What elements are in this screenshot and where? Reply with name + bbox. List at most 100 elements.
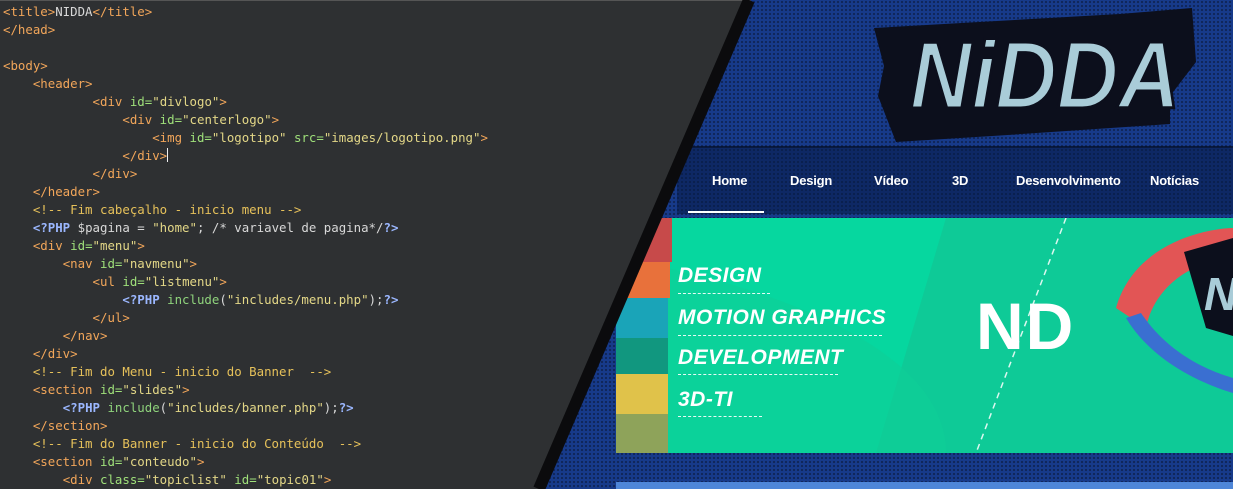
- code-line[interactable]: <header>: [3, 75, 488, 93]
- code-line[interactable]: </header>: [3, 183, 488, 201]
- code-token: <div: [92, 94, 130, 109]
- code-line[interactable]: <?PHP include("includes/banner.php");?>: [3, 399, 488, 417]
- code-line[interactable]: <section id="slides">: [3, 381, 488, 399]
- banner-slide[interactable]: N DESIGN MOTION GRAPHICS DEVELOPMENT 3D-…: [616, 218, 1233, 453]
- code-token: "logotipo": [211, 130, 294, 145]
- nav-item-video[interactable]: Vídeo: [874, 173, 909, 188]
- code-line[interactable]: </ul>: [3, 309, 488, 327]
- code-token: >: [196, 454, 205, 469]
- logo-text: NiDDA: [910, 22, 1180, 129]
- code-token: include: [107, 400, 160, 415]
- content-section-top: [616, 482, 1233, 489]
- code-line[interactable]: </nav>: [3, 327, 488, 345]
- code-line[interactable]: <!-- Fim cabeçalho - inicio menu -->: [3, 201, 488, 219]
- banner-underline: [678, 293, 770, 294]
- code-line[interactable]: <div id="centerlogo">: [3, 111, 488, 129]
- code-token: id=: [159, 112, 183, 127]
- code-token: <section: [32, 382, 100, 397]
- code-line[interactable]: <?PHP $pagina = "home"; /* variavel de p…: [3, 219, 488, 237]
- code-token: "divlogo": [152, 94, 220, 109]
- code-line[interactable]: </section>: [3, 417, 488, 435]
- code-line[interactable]: <div id="menu">: [3, 237, 488, 255]
- code-line[interactable]: </div>: [3, 147, 488, 165]
- code-token: <div: [32, 238, 71, 253]
- code-line[interactable]: <!-- Fim do Banner - inicio do Conteúdo …: [3, 435, 488, 453]
- code-line[interactable]: <?PHP include("includes/menu.php");?>: [3, 291, 488, 309]
- code-line[interactable]: <div class="topiclist" id="topic01">: [3, 471, 488, 489]
- active-nav-indicator: [688, 211, 764, 213]
- code-token: >: [189, 256, 197, 271]
- code-token: <div: [122, 112, 160, 127]
- code-token: >: [219, 94, 227, 109]
- code-token: </nav>: [62, 328, 108, 343]
- code-token: "home": [152, 220, 197, 235]
- code-token: (: [219, 292, 227, 307]
- code-line[interactable]: [3, 39, 488, 57]
- nav-item-design[interactable]: Design: [790, 173, 832, 188]
- code-token: );: [368, 292, 384, 307]
- code-line[interactable]: </div>: [3, 165, 488, 183]
- code-line[interactable]: <!-- Fim do Menu - inicio do Banner -->: [3, 363, 488, 381]
- code-token: </section>: [32, 418, 108, 433]
- code-token: "includes/menu.php": [226, 292, 369, 307]
- code-token: ?>: [383, 292, 399, 307]
- code-token: </header>: [32, 184, 100, 199]
- code-text[interactable]: <title>NIDDA</title> </head> <body> <heade…: [3, 3, 488, 489]
- code-line[interactable]: <section id="conteudo">: [3, 453, 488, 471]
- banner-item-motion-graphics: MOTION GRAPHICS: [678, 306, 887, 329]
- code-line[interactable]: </head>: [3, 21, 488, 39]
- code-token: "topiclist": [144, 472, 235, 487]
- code-token: </ul>: [92, 310, 130, 325]
- code-token: <nav: [62, 256, 100, 271]
- code-line[interactable]: <ul id="listmenu">: [3, 273, 488, 291]
- code-token: "navmenu": [122, 256, 190, 271]
- code-line[interactable]: </div>: [3, 345, 488, 363]
- nav-item-home[interactable]: Home: [712, 173, 748, 188]
- nav-item-noticias[interactable]: Notícias: [1150, 173, 1199, 188]
- code-token: </div>: [92, 166, 138, 181]
- nidda-logo[interactable]: NiDDA: [870, 4, 1200, 142]
- code-token: id=: [99, 382, 123, 397]
- code-token: >: [323, 472, 332, 487]
- banner-item-design: DESIGN: [678, 264, 762, 287]
- code-token: <title>: [3, 4, 56, 19]
- code-token: "conteudo": [122, 454, 197, 469]
- code-line[interactable]: <nav id="navmenu">: [3, 255, 488, 273]
- text-cursor: [167, 148, 169, 162]
- code-token: ?>: [383, 220, 399, 235]
- code-line[interactable]: <div id="divlogo">: [3, 93, 488, 111]
- code-line[interactable]: <img id="logotipo" src="images/logotipo.…: [3, 129, 488, 147]
- code-token: "slides": [122, 382, 183, 397]
- code-token: </div>: [32, 346, 78, 361]
- code-line[interactable]: <title>NIDDA</title>: [3, 3, 488, 21]
- code-token: include: [167, 292, 220, 307]
- code-token: </div>: [122, 148, 168, 163]
- nav-item-desenvolvimento[interactable]: Desenvolvimento: [1016, 173, 1121, 188]
- code-token: <body>: [3, 58, 48, 73]
- code-token: <!-- Fim do Menu - inicio do Banner -->: [32, 364, 332, 379]
- code-token: id=: [189, 130, 212, 145]
- svg-text:N: N: [1204, 268, 1233, 320]
- code-token: </title>: [92, 4, 153, 19]
- nav-item-3d[interactable]: 3D: [952, 173, 968, 188]
- code-token: <header>: [32, 76, 93, 91]
- code-token: <img: [152, 130, 190, 145]
- code-token: <!-- Fim cabeçalho - inicio menu -->: [32, 202, 302, 217]
- code-line[interactable]: <body>: [3, 57, 488, 75]
- code-token: <?PHP: [122, 292, 168, 307]
